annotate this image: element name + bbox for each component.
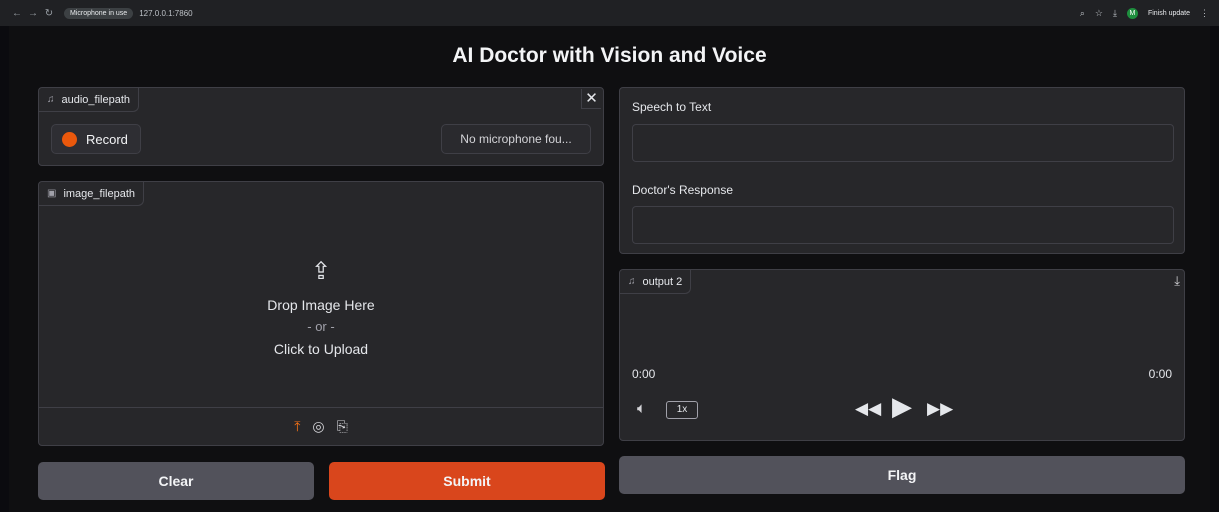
back-icon[interactable]: ← [10, 8, 24, 19]
webcam-icon[interactable]: ◎ [312, 418, 324, 435]
reload-icon[interactable]: ↻ [42, 8, 56, 19]
click-upload-text: Click to Upload [273, 340, 369, 357]
image-source-toolbar: ⤒ ◎ ⎘ [39, 407, 603, 445]
record-dot-icon [62, 131, 77, 147]
upload-icon: ⇪ [310, 257, 332, 285]
upload-source-icon[interactable]: ⤒ [294, 418, 300, 435]
audio-input-label: ♫ audio_filepath [39, 88, 140, 112]
music-note-icon: ♫ [47, 94, 55, 105]
audio-output-label: ♫ output 2 [620, 270, 692, 294]
browser-toolbar: ← → ↻ Microphone in use 127.0.0.1:7860 ⌕… [0, 0, 1219, 26]
profile-avatar[interactable]: M [1126, 7, 1138, 19]
play-icon[interactable]: ▶ [892, 391, 912, 422]
flag-button[interactable]: Flag [619, 456, 1185, 494]
fast-forward-icon[interactable]: ▶▶ [927, 399, 953, 419]
audio-output-block: ♫ output 2 ⤓ 0:00 0:00 🔈︎ 1x ◀◀ ▶ ▶▶ [619, 269, 1185, 441]
record-button[interactable]: Record [51, 124, 141, 154]
download-icon[interactable]: ⤓ [1174, 273, 1180, 289]
image-icon: ▣ [47, 188, 57, 199]
submit-button[interactable]: Submit [329, 462, 605, 500]
zoom-icon[interactable]: ⌕ [1080, 8, 1085, 19]
rewind-icon[interactable]: ◀◀ [855, 399, 881, 419]
speech-to-text-output[interactable] [632, 124, 1174, 162]
forward-icon[interactable]: → [26, 8, 40, 19]
app-page: AI Doctor with Vision and Voice ♫ audio_… [9, 26, 1210, 512]
image-drop-zone[interactable]: ⇪ Drop Image Here - or - Click to Upload [39, 208, 603, 408]
music-note-icon: ♫ [628, 276, 636, 287]
volume-icon[interactable]: 🔈︎ [637, 400, 646, 417]
playback-speed-button[interactable]: 1x [666, 401, 698, 419]
clear-button[interactable]: Clear [38, 462, 314, 500]
microphone-select[interactable]: No microphone fou... [441, 124, 591, 154]
audio-input-label-text: audio_filepath [61, 93, 131, 106]
or-text: - or - [307, 318, 335, 334]
audio-input-block: ♫ audio_filepath ✕ Record No microphone … [38, 87, 604, 166]
drop-image-text: Drop Image Here [267, 296, 375, 313]
clipboard-icon[interactable]: ⎘ [337, 418, 348, 435]
download-icon[interactable]: ⤓ [1113, 8, 1117, 19]
total-time: 0:00 [1148, 367, 1172, 381]
speech-to-text-label: Speech to Text [632, 100, 712, 114]
bookmark-star-icon[interactable]: ☆ [1095, 8, 1103, 19]
image-input-block: ▣ image_filepath ⇪ Drop Image Here - or … [38, 181, 604, 446]
doctors-response-label: Doctor's Response [632, 183, 734, 197]
audio-output-label-text: output 2 [642, 275, 683, 288]
finish-update-button[interactable]: Finish update [1148, 10, 1190, 17]
text-outputs-block: Speech to Text Doctor's Response [619, 87, 1185, 254]
record-button-label: Record [86, 131, 128, 147]
microphone-in-use-badge[interactable]: Microphone in use [64, 7, 134, 19]
page-title: AI Doctor with Vision and Voice [452, 44, 767, 67]
image-input-label-text: image_filepath [63, 187, 136, 200]
address-bar[interactable]: 127.0.0.1:7860 [139, 9, 192, 18]
close-icon[interactable]: ✕ [581, 89, 601, 109]
image-input-label: ▣ image_filepath [39, 182, 145, 206]
doctors-response-output[interactable] [632, 206, 1174, 244]
current-time: 0:00 [632, 367, 656, 381]
menu-icon[interactable]: ⋮ [1200, 8, 1209, 19]
